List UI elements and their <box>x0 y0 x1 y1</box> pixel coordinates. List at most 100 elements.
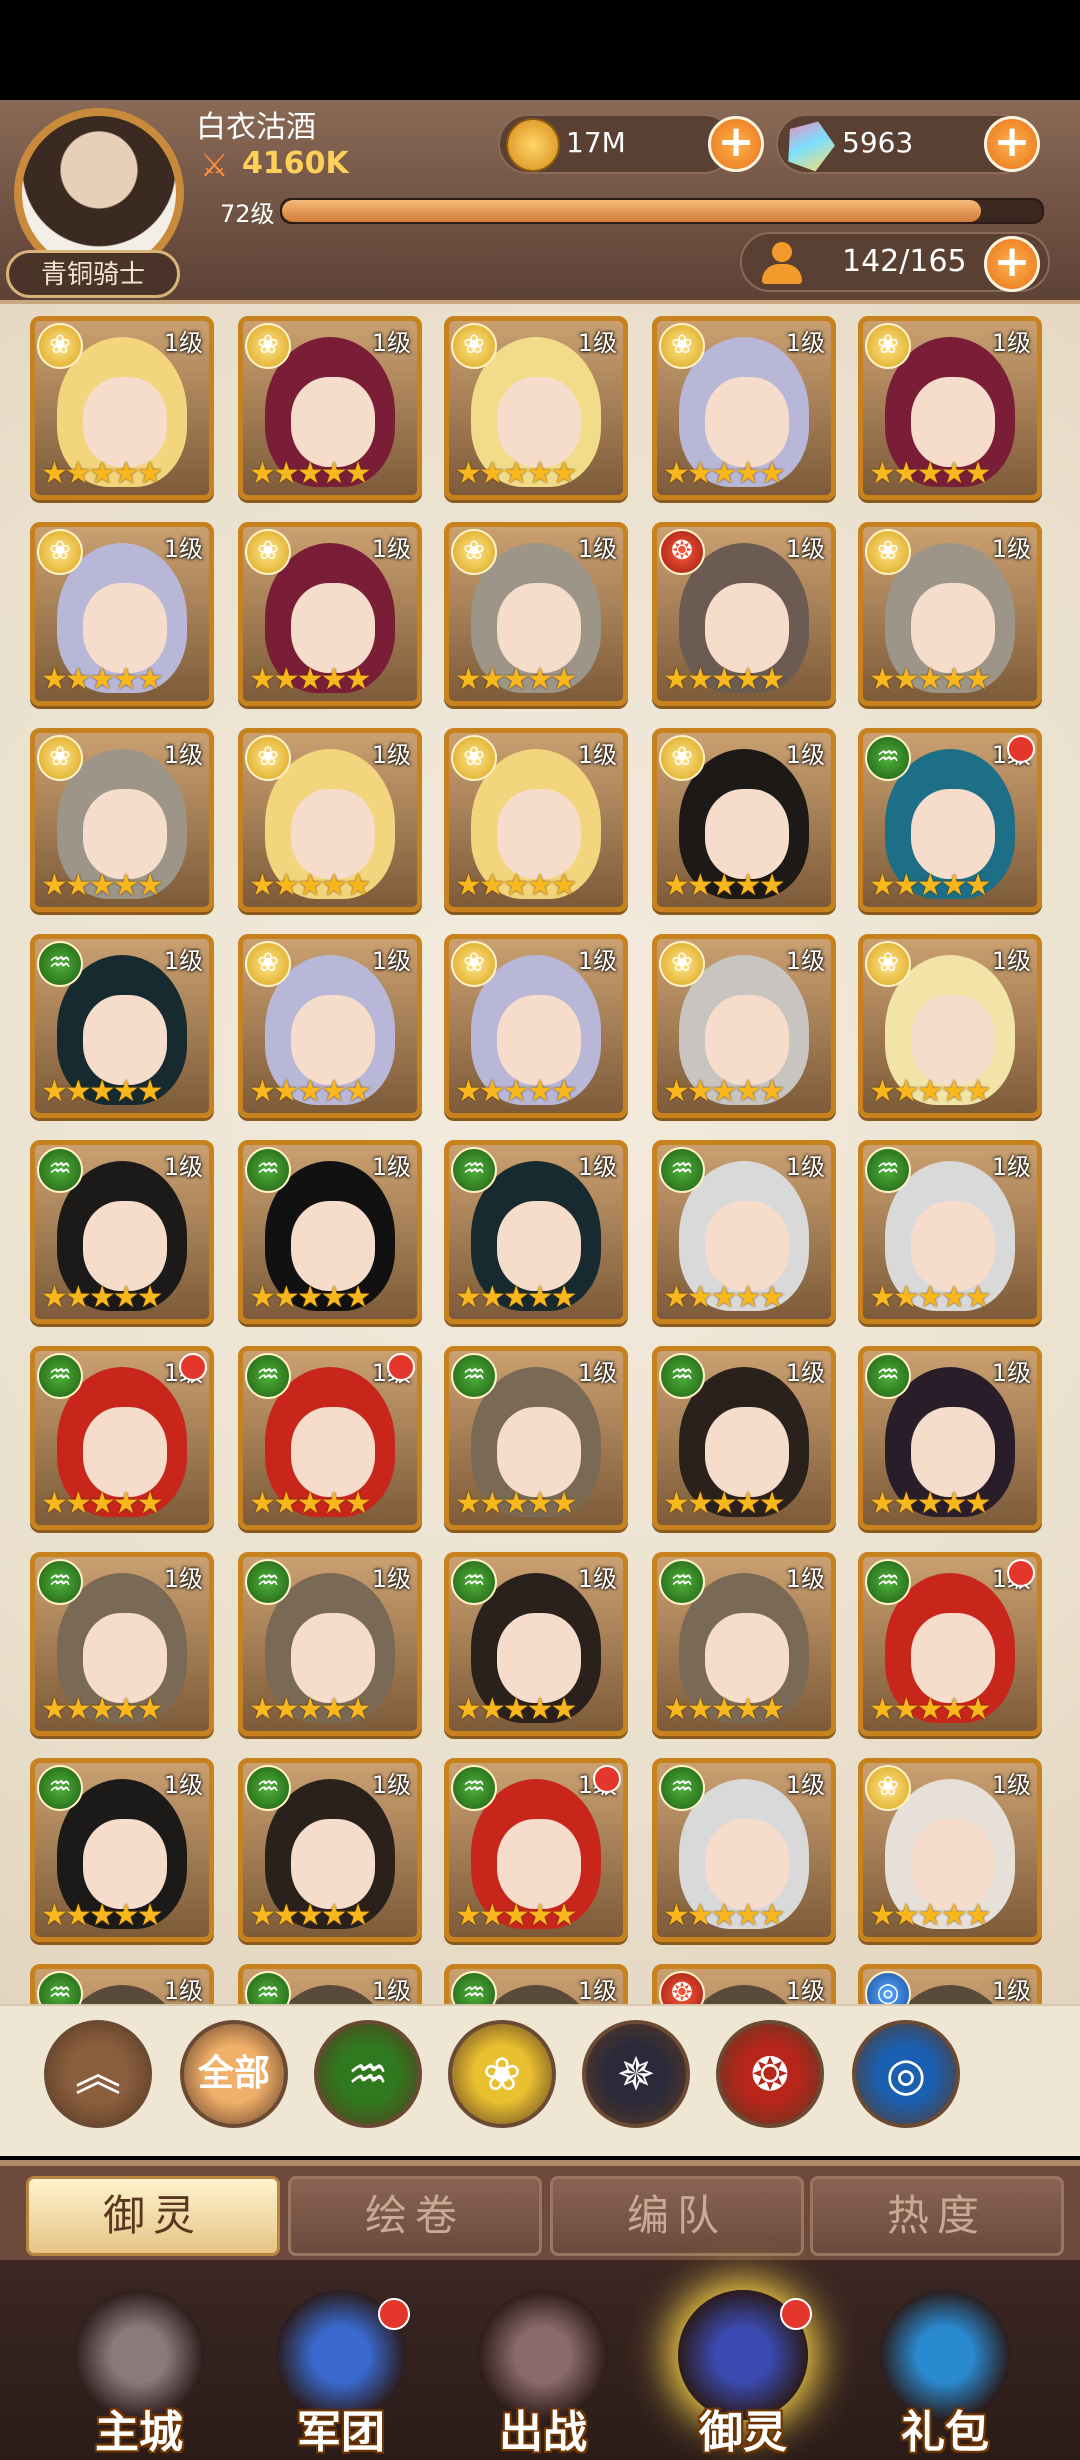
nav-item-1[interactable]: 主城 <box>54 2290 224 2460</box>
hero-card[interactable]: ❂1级★★★★★ <box>652 1964 836 2004</box>
tab-2[interactable]: 绘卷 <box>288 2176 542 2256</box>
hero-card[interactable]: ❀ 1级 ★★★★★ <box>238 728 422 912</box>
filter-nature-button[interactable]: ♒ <box>314 2020 422 2128</box>
hero-card[interactable]: ♒1级★★★★★ <box>858 1346 1042 1530</box>
hero-card[interactable]: ♒1级★★★★★ <box>652 1758 836 1942</box>
hero-level: 1级 <box>577 947 617 975</box>
nature-faction-icon: ♒ <box>865 1353 911 1399</box>
hero-card[interactable]: ♒1级★★★★★ <box>858 1140 1042 1324</box>
hero-portrait-face <box>911 995 995 1085</box>
hero-stars: ★★★★★ <box>869 868 991 903</box>
tab-1[interactable]: 御灵 <box>26 2176 280 2256</box>
hero-card[interactable]: ♒1级★★★★★ <box>238 1346 422 1530</box>
notification-dot <box>179 1353 207 1381</box>
hero-card[interactable]: ❀ 1级 ★★★★★ <box>30 522 214 706</box>
hero-card[interactable]: ❀ 1级 ★★★★★ <box>238 934 422 1118</box>
nature-faction-icon: ♒ <box>37 941 83 987</box>
nature-faction-icon: ♒ <box>245 1559 291 1605</box>
tab-4[interactable]: 热度 <box>810 2176 1064 2256</box>
hero-card[interactable]: ♒1级★★★★★ <box>652 1140 836 1324</box>
filter-water-button[interactable]: ◎ <box>852 2020 960 2128</box>
filter-collapse-button[interactable]: ︽ <box>44 2020 152 2128</box>
hero-card[interactable]: ♒1级★★★★★ <box>858 728 1042 912</box>
expand-capacity-button[interactable]: + <box>984 236 1040 292</box>
hero-portrait-face <box>83 995 167 1085</box>
hero-card[interactable]: ❀ 1级 ★★★★★ <box>444 934 628 1118</box>
nav-item-4[interactable]: 御灵 <box>658 2290 828 2460</box>
hero-level: 1级 <box>371 1977 411 2004</box>
hero-level: 1级 <box>577 1153 617 1181</box>
nature-faction-icon: ♒ <box>245 1353 291 1399</box>
hero-stars: ★★★★★ <box>455 1074 577 1109</box>
hero-card[interactable]: ❀ 1级 ★★★★★ <box>238 316 422 500</box>
level-progress-bar <box>280 198 1044 224</box>
hero-portrait-face <box>911 377 995 467</box>
hero-card[interactable]: ♒1级★★★★★ <box>238 1758 422 1942</box>
hero-stars: ★★★★★ <box>455 868 577 903</box>
hero-card[interactable]: ♒1级★★★★★ <box>444 1964 628 2004</box>
hero-stars: ★★★★★ <box>249 1692 371 1727</box>
hero-card[interactable]: ♒1级★★★★★ <box>858 1552 1042 1736</box>
hero-card[interactable]: ♒1级★★★★★ <box>30 1140 214 1324</box>
filter-phoenix-button[interactable]: ❂ <box>716 2020 824 2128</box>
hero-card[interactable]: ❀ 1级 ★★★★★ <box>652 934 836 1118</box>
hero-card[interactable]: ❀ 1级 ★★★★★ <box>858 1758 1042 1942</box>
hero-card[interactable]: ♒1级★★★★★ <box>444 1758 628 1942</box>
hero-card[interactable]: ❀ 1级 ★★★★★ <box>444 316 628 500</box>
hero-level: 1级 <box>577 329 617 357</box>
hero-stars: ★★★★★ <box>869 1280 991 1315</box>
hero-card[interactable]: ❀ 1级 ★★★★★ <box>858 934 1042 1118</box>
hero-card[interactable]: ❀ 1级 ★★★★★ <box>238 522 422 706</box>
hero-level: 1级 <box>577 1977 617 2004</box>
hero-card[interactable]: ❂1级★★★★★ <box>652 522 836 706</box>
nature-faction-icon: ♒ <box>451 1559 497 1605</box>
status-bar <box>0 0 1080 100</box>
hero-card[interactable]: ♒1级★★★★★ <box>238 1140 422 1324</box>
hero-card[interactable]: ♒1级★★★★★ <box>30 1346 214 1530</box>
add-gold-button[interactable]: + <box>708 116 764 172</box>
hero-card[interactable]: ❀ 1级 ★★★★★ <box>444 728 628 912</box>
hero-card[interactable]: ❀ 1级 ★★★★★ <box>858 522 1042 706</box>
nature-faction-icon: ♒ <box>245 1971 291 2004</box>
hero-card[interactable]: ♒1级★★★★★ <box>30 934 214 1118</box>
nav-item-5[interactable]: 礼包 <box>860 2290 1030 2460</box>
hero-card[interactable]: ❀ 1级 ★★★★★ <box>444 522 628 706</box>
hero-level: 1级 <box>371 329 411 357</box>
hero-card[interactable]: ♒1级★★★★★ <box>652 1552 836 1736</box>
hero-portrait-face <box>911 1613 995 1703</box>
nature-faction-icon: ♒ <box>37 1971 83 2004</box>
hero-portrait-face <box>705 1407 789 1497</box>
nav-item-2[interactable]: 军团 <box>256 2290 426 2460</box>
hero-card[interactable]: ❀ 1级 ★★★★★ <box>30 316 214 500</box>
nature-faction-icon: ♒ <box>451 1765 497 1811</box>
hero-card[interactable]: ❀ 1级 ★★★★★ <box>858 316 1042 500</box>
hero-card[interactable]: ♒1级★★★★★ <box>30 1758 214 1942</box>
nature-faction-icon: ♒ <box>659 1147 705 1193</box>
nature-faction-icon: ♒ <box>37 1147 83 1193</box>
hero-card[interactable]: ♒1级★★★★★ <box>238 1964 422 2004</box>
hero-card[interactable]: ❀ 1级 ★★★★★ <box>652 728 836 912</box>
hero-portrait-face <box>291 1819 375 1909</box>
nav-item-3[interactable]: 出战 <box>458 2290 628 2460</box>
filter-star-button[interactable]: ✵ <box>582 2020 690 2128</box>
hero-card[interactable]: ♒1级★★★★★ <box>444 1140 628 1324</box>
hero-card[interactable]: ❀ 1级 ★★★★★ <box>30 728 214 912</box>
gold-display: 17M <box>498 114 734 174</box>
filter-rose-button[interactable]: ❀ <box>448 2020 556 2128</box>
crossed-swords-icon: ⚔ <box>200 145 229 184</box>
hero-card[interactable]: ♒1级★★★★★ <box>444 1346 628 1530</box>
hero-level: 1级 <box>163 535 203 563</box>
tab-3[interactable]: 编队 <box>550 2176 804 2256</box>
filter-all-button[interactable]: 全部 <box>180 2020 288 2128</box>
hero-card[interactable]: ♒1级★★★★★ <box>238 1552 422 1736</box>
hero-card[interactable]: ♒1级★★★★★ <box>652 1346 836 1530</box>
hero-card[interactable]: ❀ 1级 ★★★★★ <box>652 316 836 500</box>
hero-level: 1级 <box>991 1153 1031 1181</box>
hero-card[interactable]: ♒1级★★★★★ <box>30 1964 214 2004</box>
hero-card[interactable]: ♒1级★★★★★ <box>30 1552 214 1736</box>
add-gems-button[interactable]: + <box>984 116 1040 172</box>
hero-card[interactable]: ◎1级★★★★★ <box>858 1964 1042 2004</box>
rose-faction-icon: ❀ <box>865 941 911 987</box>
hero-card[interactable]: ♒1级★★★★★ <box>444 1552 628 1736</box>
hero-portrait-face <box>83 1201 167 1291</box>
